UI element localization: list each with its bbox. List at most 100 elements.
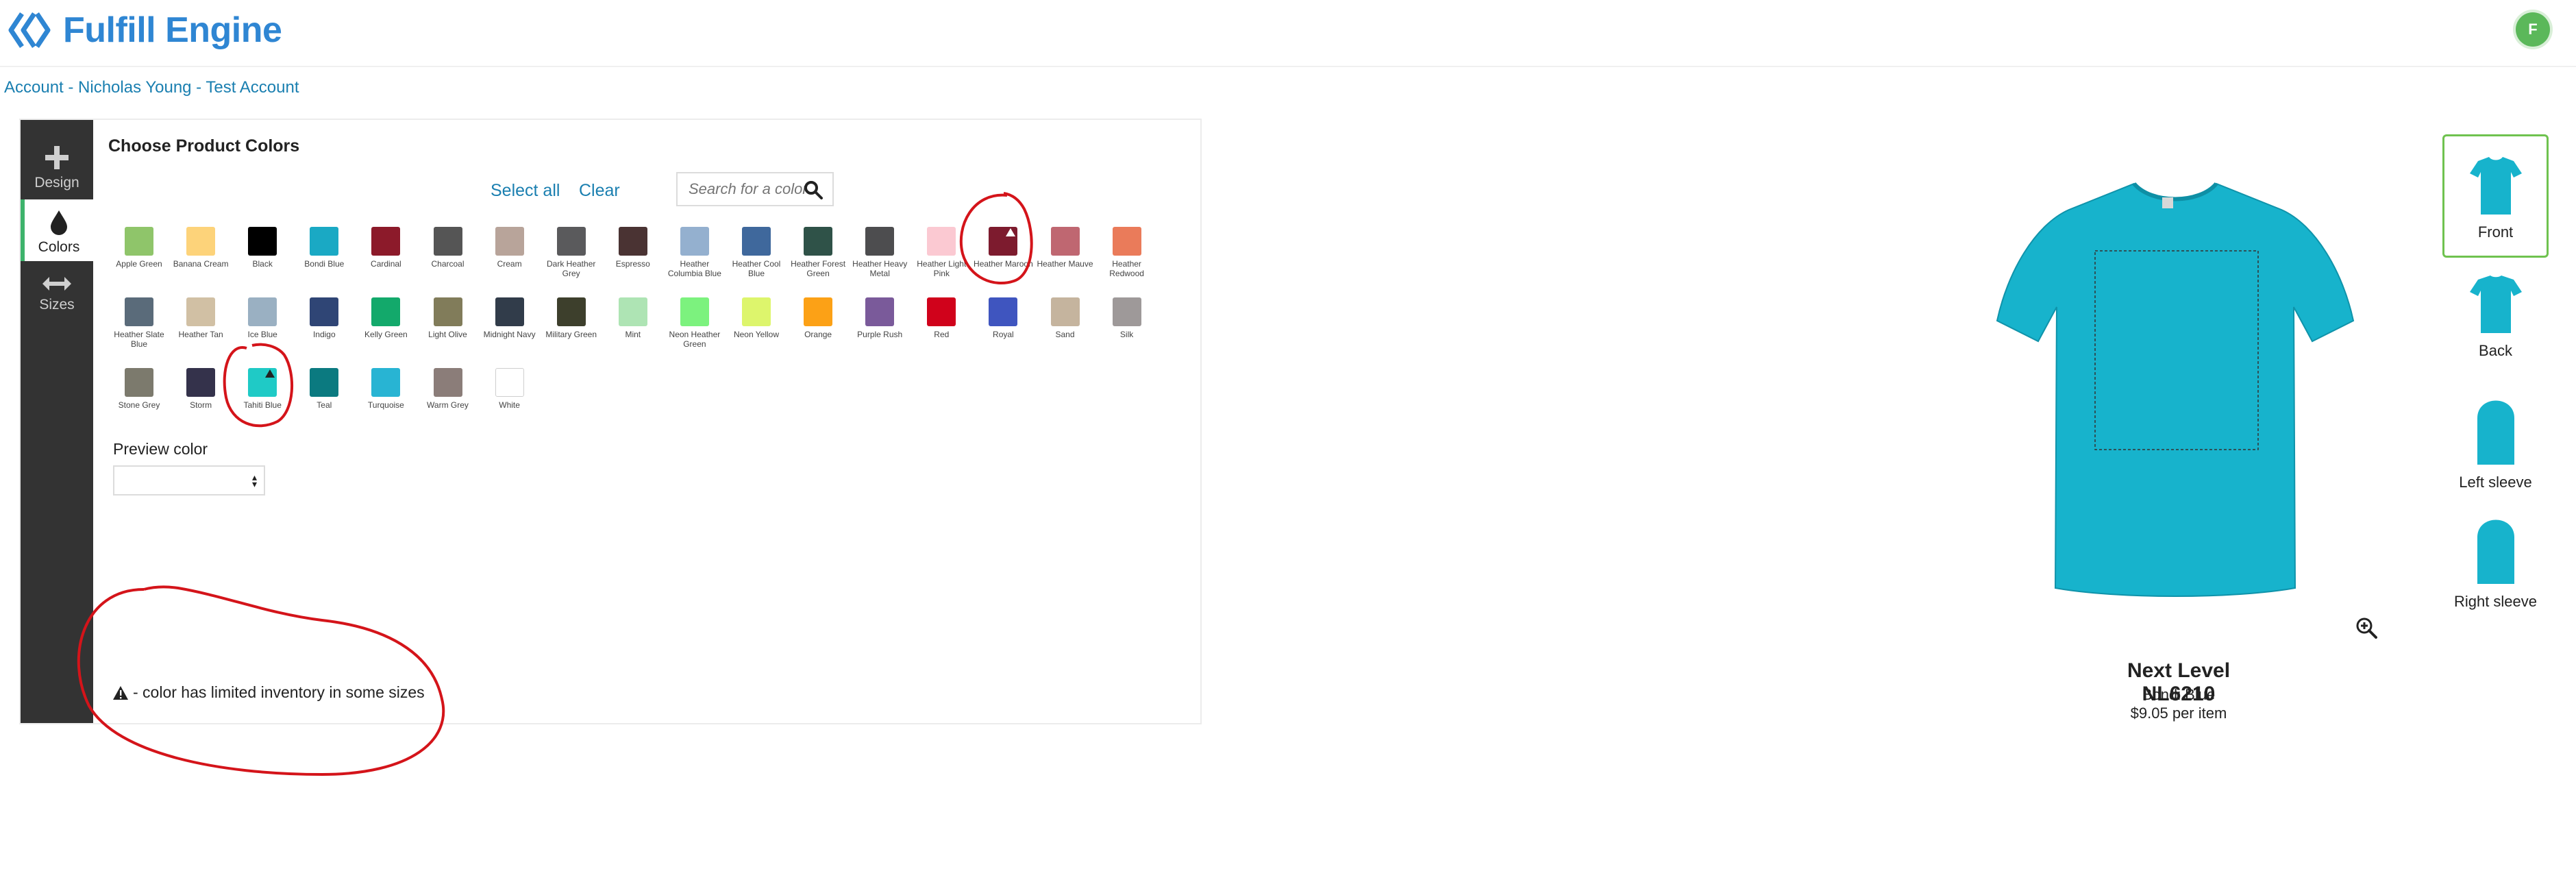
color-chip[interactable]	[310, 368, 339, 397]
app-logo[interactable]: Fulfill Engine	[7, 10, 282, 51]
color-chip[interactable]	[618, 227, 647, 256]
color-swatch[interactable]: White	[479, 368, 541, 410]
select-all-link[interactable]: Select all	[491, 181, 560, 201]
color-chip[interactable]	[248, 227, 277, 256]
color-chip[interactable]	[556, 297, 586, 326]
color-chip[interactable]	[371, 368, 401, 397]
color-swatch[interactable]: Turquoise	[355, 368, 417, 410]
clear-link[interactable]: Clear	[579, 181, 620, 201]
color-chip[interactable]	[1112, 297, 1141, 326]
color-chip[interactable]	[433, 227, 462, 256]
color-swatch[interactable]: Stone Grey	[108, 368, 170, 410]
color-chip[interactable]	[186, 368, 216, 397]
color-chip[interactable]	[310, 297, 339, 326]
color-swatch[interactable]: Heather Mauve	[1035, 227, 1096, 269]
color-chip[interactable]	[680, 297, 709, 326]
view-right-sleeve[interactable]: Right sleeve	[2442, 510, 2549, 611]
color-chip[interactable]	[186, 297, 216, 326]
color-swatch[interactable]: Cardinal	[355, 227, 417, 269]
color-swatch[interactable]: Kelly Green	[355, 297, 417, 339]
breadcrumb[interactable]: Account - Nicholas Young - Test Account	[4, 78, 299, 97]
color-swatch[interactable]: Cream	[479, 227, 541, 269]
color-swatch[interactable]: Tahiti Blue	[232, 368, 293, 410]
color-chip[interactable]	[742, 227, 771, 256]
color-chip[interactable]	[1050, 297, 1080, 326]
zoom-in-icon[interactable]	[2355, 617, 2377, 639]
preview-color-select[interactable]: ▴ ▾	[113, 465, 265, 496]
color-swatch[interactable]: Heather Forest Green	[787, 227, 849, 278]
color-swatch[interactable]: Royal	[972, 297, 1034, 339]
view-label: Left sleeve	[2459, 474, 2532, 491]
color-swatch[interactable]: Warm Grey	[417, 368, 479, 410]
color-swatch[interactable]: Heather Maroon	[972, 227, 1034, 269]
color-swatch[interactable]: Light Olive	[417, 297, 479, 339]
view-front[interactable]: Front	[2442, 134, 2549, 258]
color-chip[interactable]	[186, 227, 216, 256]
color-swatch[interactable]: Indigo	[293, 297, 355, 339]
color-search-input[interactable]	[678, 173, 806, 205]
color-chip[interactable]	[865, 297, 895, 326]
color-swatch[interactable]: Dark Heather Grey	[541, 227, 602, 278]
color-chip[interactable]	[927, 227, 956, 256]
color-swatch[interactable]: Black	[232, 227, 293, 269]
color-swatch[interactable]: Charcoal	[417, 227, 479, 269]
color-chip[interactable]	[125, 368, 153, 397]
search-icon[interactable]	[804, 180, 823, 199]
color-chip[interactable]	[927, 297, 956, 326]
color-swatch[interactable]: Mint	[602, 297, 664, 339]
color-swatch[interactable]: Heather Cool Blue	[726, 227, 787, 278]
view-left-sleeve[interactable]: Left sleeve	[2442, 391, 2549, 491]
color-swatch[interactable]: Neon Heather Green	[664, 297, 726, 349]
color-chip[interactable]	[989, 297, 1018, 326]
color-chip[interactable]	[125, 297, 153, 326]
color-chip[interactable]	[989, 227, 1018, 256]
nav-item-colors[interactable]: Colors	[21, 199, 93, 261]
color-swatch[interactable]: Heather Tan	[170, 297, 232, 339]
color-swatch[interactable]: Purple Rush	[849, 297, 911, 339]
color-chip[interactable]	[125, 227, 153, 256]
color-swatch[interactable]: Teal	[293, 368, 355, 410]
color-chip[interactable]	[804, 297, 833, 326]
color-swatch[interactable]: Midnight Navy	[479, 297, 541, 339]
color-swatch[interactable]: Military Green	[541, 297, 602, 339]
color-chip[interactable]	[371, 227, 401, 256]
color-swatch[interactable]: Apple Green	[108, 227, 170, 269]
color-swatch[interactable]: Red	[911, 297, 972, 339]
color-swatch[interactable]: Espresso	[602, 227, 664, 269]
color-swatch[interactable]: Silk	[1096, 297, 1158, 339]
color-swatch[interactable]: Heather Heavy Metal	[849, 227, 911, 278]
color-chip[interactable]	[495, 227, 524, 256]
color-chip[interactable]	[433, 368, 462, 397]
color-chip[interactable]	[433, 297, 462, 326]
color-chip[interactable]	[1112, 227, 1141, 256]
color-chip[interactable]	[248, 297, 277, 326]
color-chip[interactable]	[1050, 227, 1080, 256]
color-chip[interactable]	[371, 297, 401, 326]
color-chip[interactable]	[248, 368, 277, 397]
color-swatch[interactable]: Sand	[1035, 297, 1096, 339]
color-chip[interactable]	[742, 297, 771, 326]
color-chip[interactable]	[495, 297, 524, 326]
color-swatch[interactable]: Banana Cream	[170, 227, 232, 269]
color-swatch-label: Heather Columbia Blue	[667, 259, 721, 278]
nav-item-sizes[interactable]: Sizes	[21, 265, 93, 327]
color-chip[interactable]	[804, 227, 833, 256]
color-swatch[interactable]: Ice Blue	[232, 297, 293, 339]
color-swatch[interactable]: Heather Columbia Blue	[664, 227, 726, 278]
color-swatch[interactable]: Heather Slate Blue	[108, 297, 170, 349]
color-swatch[interactable]: Neon Yellow	[726, 297, 787, 339]
color-chip[interactable]	[618, 297, 647, 326]
color-swatch[interactable]: Storm	[170, 368, 232, 410]
color-chip[interactable]	[865, 227, 895, 256]
view-back[interactable]: Back	[2442, 274, 2549, 360]
color-swatch[interactable]: Bondi Blue	[293, 227, 355, 269]
color-swatch[interactable]: Heather Light Pink	[911, 227, 972, 278]
color-chip[interactable]	[556, 227, 586, 256]
color-chip[interactable]	[680, 227, 709, 256]
nav-item-design[interactable]: Design	[21, 135, 93, 197]
color-chip[interactable]	[495, 368, 524, 397]
color-swatch[interactable]: Heather Redwood	[1096, 227, 1158, 278]
color-chip[interactable]	[310, 227, 339, 256]
color-swatch[interactable]: Orange	[787, 297, 849, 339]
user-avatar[interactable]: F	[2516, 12, 2550, 47]
